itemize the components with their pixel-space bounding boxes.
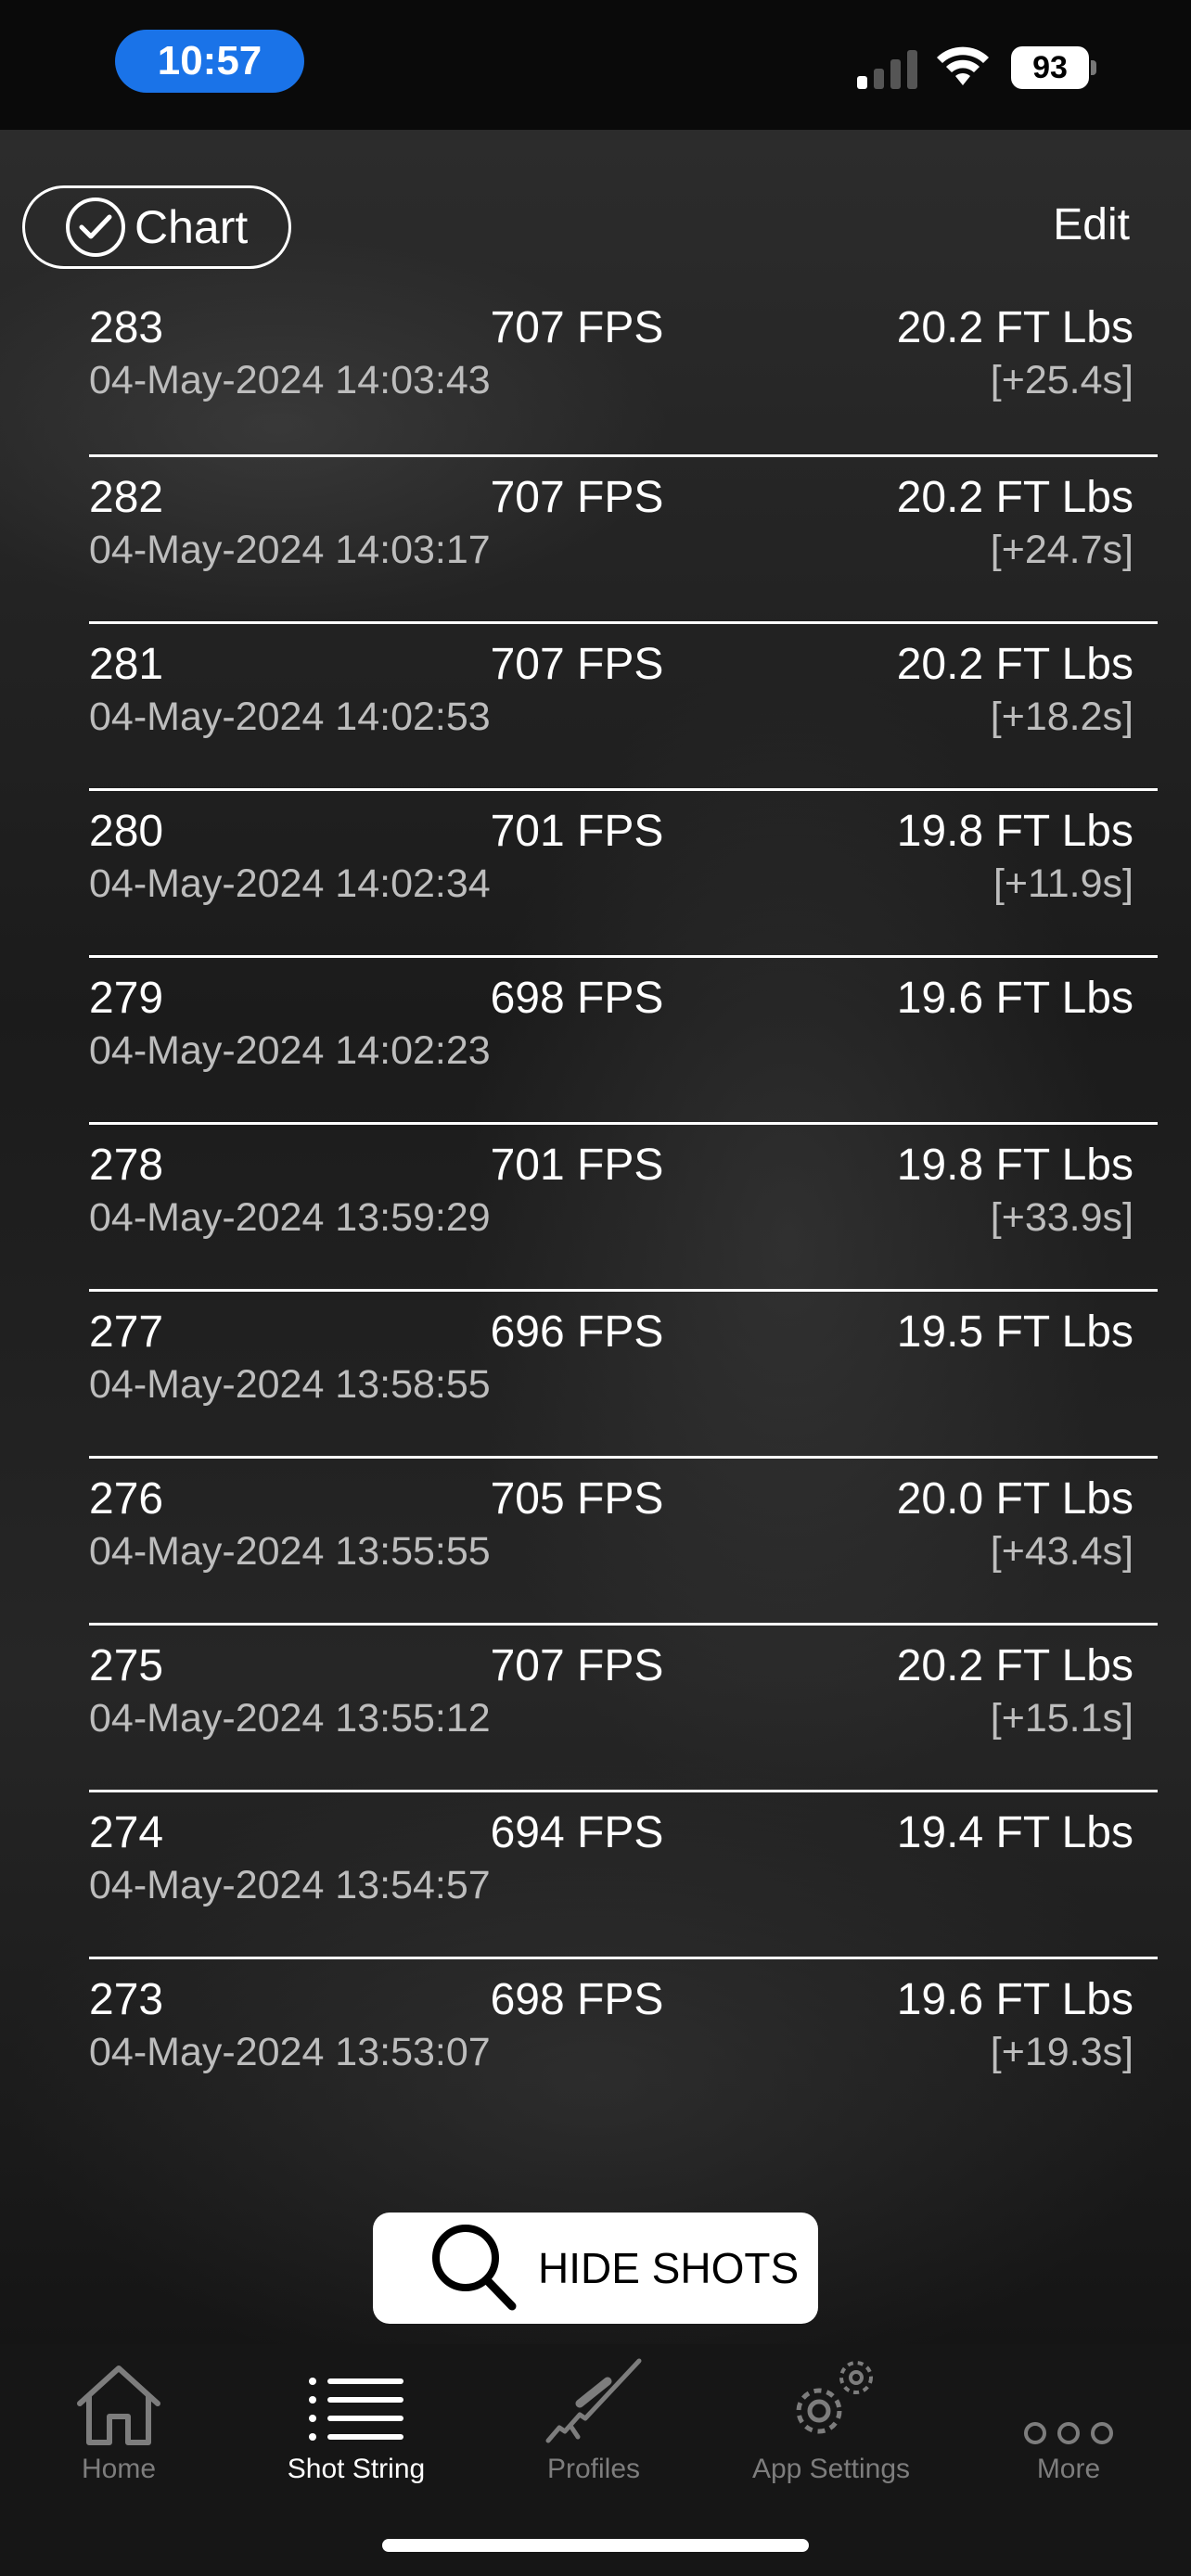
tab-profiles-label: Profiles <box>546 2454 641 2484</box>
shot-timestamp: 04-May-2024 13:54:57 <box>89 1863 491 1907</box>
shot-row[interactable]: 277 696 FPS 19.5 FT Lbs 04-May-2024 13:58:5… <box>89 1289 1158 1456</box>
status-time: 10:57 <box>115 30 304 93</box>
status-bar: 10:57 93 <box>0 0 1191 130</box>
tab-app-settings[interactable]: App Settings <box>712 2344 950 2493</box>
home-icon <box>72 2344 165 2446</box>
shot-row[interactable]: 274 694 FPS 19.4 FT Lbs 04-May-2024 13:54:5… <box>89 1790 1158 1957</box>
shot-timestamp: 04-May-2024 14:03:17 <box>89 528 491 572</box>
battery-level: 93 <box>1011 46 1089 89</box>
tab-app-settings-label: App Settings <box>751 2454 911 2484</box>
shot-energy: 19.4 FT Lbs <box>896 1808 1133 1857</box>
chart-label: Chart <box>134 201 249 253</box>
shot-interval: [+15.1s] <box>990 1696 1133 1741</box>
shot-interval: [+18.2s] <box>990 695 1133 739</box>
shot-energy: 20.2 FT Lbs <box>896 1641 1133 1690</box>
tab-home[interactable]: Home <box>0 2344 237 2493</box>
shot-timestamp: 04-May-2024 14:02:34 <box>89 861 491 906</box>
shot-row[interactable]: 279 698 FPS 19.6 FT Lbs 04-May-2024 14:02:2… <box>89 955 1158 1122</box>
rifle-icon <box>543 2344 645 2446</box>
tab-profiles[interactable]: Profiles <box>475 2344 712 2493</box>
shot-interval: [+33.9s] <box>990 1195 1133 1240</box>
shot-row[interactable]: 283 707 FPS 20.2 FT Lbs 04-May-2024 14:03:4… <box>89 287 1158 454</box>
shot-timestamp: 04-May-2024 14:03:43 <box>89 358 491 402</box>
shot-energy: 19.5 FT Lbs <box>896 1307 1133 1357</box>
shot-list: 283 707 FPS 20.2 FT Lbs 04-May-2024 14:03:4… <box>89 287 1158 2123</box>
shot-energy: 20.2 FT Lbs <box>896 303 1133 352</box>
shot-energy: 19.8 FT Lbs <box>896 1141 1133 1190</box>
shot-interval: [+25.4s] <box>990 358 1133 402</box>
shot-row[interactable]: 281 707 FPS 20.2 FT Lbs 04-May-2024 14:02:5… <box>89 621 1158 788</box>
battery-icon: 93 <box>1011 46 1096 89</box>
search-icon <box>432 2225 517 2311</box>
shot-energy: 19.6 FT Lbs <box>896 974 1133 1023</box>
tab-shot-string[interactable]: Shot String <box>237 2344 475 2493</box>
shot-energy: 19.6 FT Lbs <box>896 1975 1133 2024</box>
shot-row[interactable]: 282 707 FPS 20.2 FT Lbs 04-May-2024 14:03:1… <box>89 454 1158 621</box>
tab-more[interactable]: More <box>950 2344 1187 2493</box>
hide-shots-button[interactable]: HIDE SHOTS <box>373 2213 818 2324</box>
shot-timestamp: 04-May-2024 14:02:23 <box>89 1028 491 1073</box>
shot-timestamp: 04-May-2024 13:59:29 <box>89 1195 491 1240</box>
shot-energy: 19.8 FT Lbs <box>896 807 1133 856</box>
cellular-signal-icon <box>857 45 918 89</box>
shot-timestamp: 04-May-2024 13:58:55 <box>89 1362 491 1407</box>
shot-interval: [+19.3s] <box>990 2030 1133 2074</box>
tab-more-label: More <box>1036 2454 1101 2484</box>
shot-row[interactable]: 276 705 FPS 20.0 FT Lbs 04-May-2024 13:55:5… <box>89 1456 1158 1623</box>
shot-row[interactable]: 273 698 FPS 19.6 FT Lbs 04-May-2024 13:53:0… <box>89 1957 1158 2123</box>
shot-interval: [+43.4s] <box>990 1529 1133 1574</box>
list-icon <box>305 2344 407 2446</box>
shot-timestamp: 04-May-2024 14:02:53 <box>89 695 491 739</box>
shot-interval: [+11.9s] <box>992 861 1133 906</box>
shot-row[interactable]: 275 707 FPS 20.2 FT Lbs 04-May-2024 13:55:1… <box>89 1623 1158 1790</box>
shot-row[interactable]: 280 701 FPS 19.8 FT Lbs 04-May-2024 14:02:3… <box>89 788 1158 955</box>
gear-icon <box>780 2344 882 2446</box>
shot-timestamp: 04-May-2024 13:53:07 <box>89 2030 491 2074</box>
edit-button[interactable]: Edit <box>1053 199 1130 250</box>
shot-energy: 20.2 FT Lbs <box>896 640 1133 689</box>
more-icon <box>1022 2344 1115 2446</box>
shot-interval: [+24.7s] <box>990 528 1133 572</box>
hide-shots-label: HIDE SHOTS <box>538 2244 800 2292</box>
tab-shot-string-label: Shot String <box>287 2454 426 2484</box>
home-indicator <box>382 2539 809 2552</box>
tab-home-label: Home <box>81 2454 157 2484</box>
shot-energy: 20.0 FT Lbs <box>896 1474 1133 1524</box>
chart-toggle-button[interactable]: Chart <box>22 185 291 269</box>
wifi-icon <box>937 46 989 85</box>
shot-energy: 20.2 FT Lbs <box>896 473 1133 522</box>
shot-row[interactable]: 278 701 FPS 19.8 FT Lbs 04-May-2024 13:59:2… <box>89 1122 1158 1289</box>
checkmark-circle-icon <box>66 198 125 257</box>
shot-timestamp: 04-May-2024 13:55:55 <box>89 1529 491 1574</box>
shot-timestamp: 04-May-2024 13:55:12 <box>89 1696 491 1741</box>
